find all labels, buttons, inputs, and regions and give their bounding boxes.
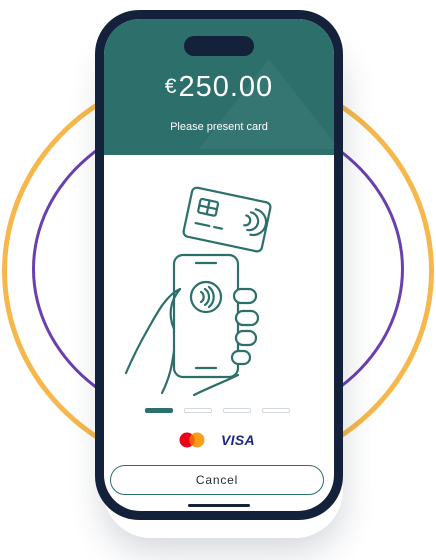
amount-value: 250.00	[178, 71, 274, 103]
home-indicator	[188, 504, 250, 507]
payment-amount: €250.00	[104, 71, 334, 104]
progress-indicator	[145, 408, 290, 413]
currency-symbol: €	[164, 75, 177, 98]
phone-notch	[184, 36, 254, 56]
visa-logo: VISA	[221, 432, 255, 448]
phone-screen: €250.00 Please present card VISA Cancel	[104, 19, 334, 511]
present-card-instruction: Please present card	[170, 121, 268, 133]
progress-step-4	[262, 408, 290, 413]
progress-step-2	[184, 408, 212, 413]
progress-step-1	[145, 408, 173, 413]
hand-holding-phone-tap-card-icon	[124, 186, 272, 397]
mastercard-logo-icon	[179, 432, 205, 448]
cancel-button[interactable]: Cancel	[110, 465, 324, 495]
progress-step-3	[223, 408, 251, 413]
accepted-cards: VISA	[178, 432, 255, 448]
payment-header: €250.00 Please present card	[104, 19, 334, 155]
